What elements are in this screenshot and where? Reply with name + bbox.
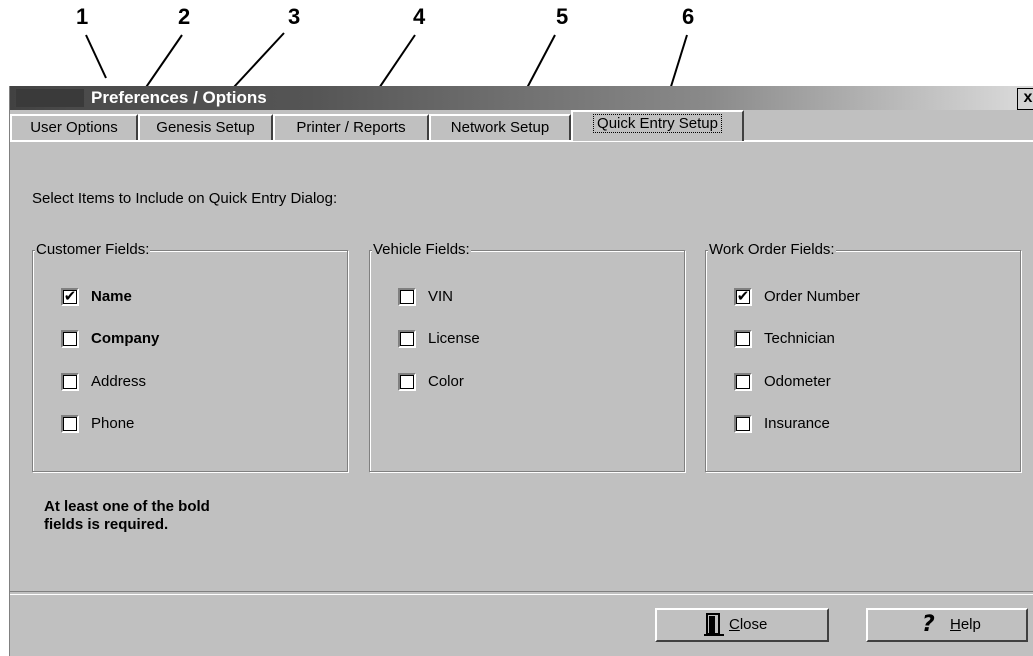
checkbox-box[interactable] [734, 373, 752, 391]
required-note: At least one of the bold fields is requi… [44, 498, 344, 534]
tab-label: Genesis Setup [156, 119, 255, 136]
checkbox-label: Color [428, 373, 464, 390]
checkbox-box[interactable] [61, 330, 79, 348]
tab-network-setup[interactable]: Network Setup [429, 114, 571, 140]
checkbox-label: License [428, 330, 480, 347]
callout-1: 1 [76, 4, 89, 29]
title-bar[interactable]: Preferences / Options x [10, 86, 1033, 110]
required-note-line-2: fields is required. [44, 516, 169, 533]
tab-panel-border [10, 140, 1033, 142]
checkbox-label: Address [91, 373, 147, 390]
callout-4: 4 [413, 4, 426, 29]
tab-strip: User Options Genesis Setup Printer / Rep… [10, 110, 1033, 141]
door-icon [704, 612, 724, 643]
checkbox-label: Insurance [764, 415, 830, 432]
window-title: Preferences / Options [91, 88, 267, 107]
callout-6: 6 [682, 4, 695, 29]
checkbox-box[interactable] [398, 330, 416, 348]
close-button[interactable]: Close [655, 608, 829, 642]
tab-label: Network Setup [450, 119, 550, 136]
help-button[interactable]: ? Help [866, 608, 1028, 642]
help-button-label: Help [950, 616, 981, 633]
check-icon[interactable]: ✔ [61, 288, 79, 306]
tab-quick-entry-setup[interactable]: Quick Entry Setup [571, 110, 744, 141]
preferences-dialog: Preferences / Options x User Options Gen… [9, 86, 1033, 656]
customer-fields-label: Customer Fields: [35, 241, 151, 258]
tab-user-options[interactable]: User Options [10, 114, 138, 140]
vehicle-fields-group: Vehicle Fields: VIN License Color [369, 241, 685, 472]
footer-separator [10, 591, 1033, 595]
vehicle-fields-label: Vehicle Fields: [372, 241, 471, 258]
tab-label: Printer / Reports [296, 119, 406, 136]
checkbox-box[interactable] [398, 373, 416, 391]
check-icon[interactable]: ✔ [734, 288, 752, 306]
callout-3: 3 [288, 4, 301, 29]
instruction-text: Select Items to Include on Quick Entry D… [32, 190, 338, 207]
work-order-fields-group: Work Order Fields: ✔ Order Number Techni… [705, 241, 1021, 472]
callout-line-1 [85, 34, 107, 79]
question-icon: ? [922, 612, 935, 637]
checkbox-box[interactable] [61, 373, 79, 391]
callout-2: 2 [178, 4, 191, 29]
close-button-label: Close [729, 616, 768, 633]
checkbox-box[interactable] [734, 330, 752, 348]
tab-label: User Options [30, 119, 118, 136]
checkbox-box[interactable] [734, 415, 752, 433]
checkbox-box[interactable] [61, 415, 79, 433]
checkbox-label: Odometer [764, 373, 831, 390]
checkbox-label: Company [91, 330, 160, 347]
checkbox-label: Phone [91, 415, 135, 432]
work-order-fields-label: Work Order Fields: [708, 241, 836, 258]
checkbox-label: Technician [764, 330, 835, 347]
tab-genesis-setup[interactable]: Genesis Setup [138, 114, 273, 140]
callout-5: 5 [556, 4, 569, 29]
checkbox-label: Order Number [764, 288, 860, 305]
tab-label: Quick Entry Setup [593, 114, 722, 133]
close-window-button[interactable]: x [1017, 88, 1033, 110]
checkbox-box[interactable] [398, 288, 416, 306]
checkbox-label: VIN [428, 288, 454, 305]
tab-printer-reports[interactable]: Printer / Reports [273, 114, 429, 140]
customer-fields-group: Customer Fields: ✔ Name Company Address … [32, 241, 348, 472]
checkbox-label: Name [91, 288, 132, 305]
required-note-line-1: At least one of the bold [44, 498, 210, 515]
app-icon [16, 89, 84, 107]
